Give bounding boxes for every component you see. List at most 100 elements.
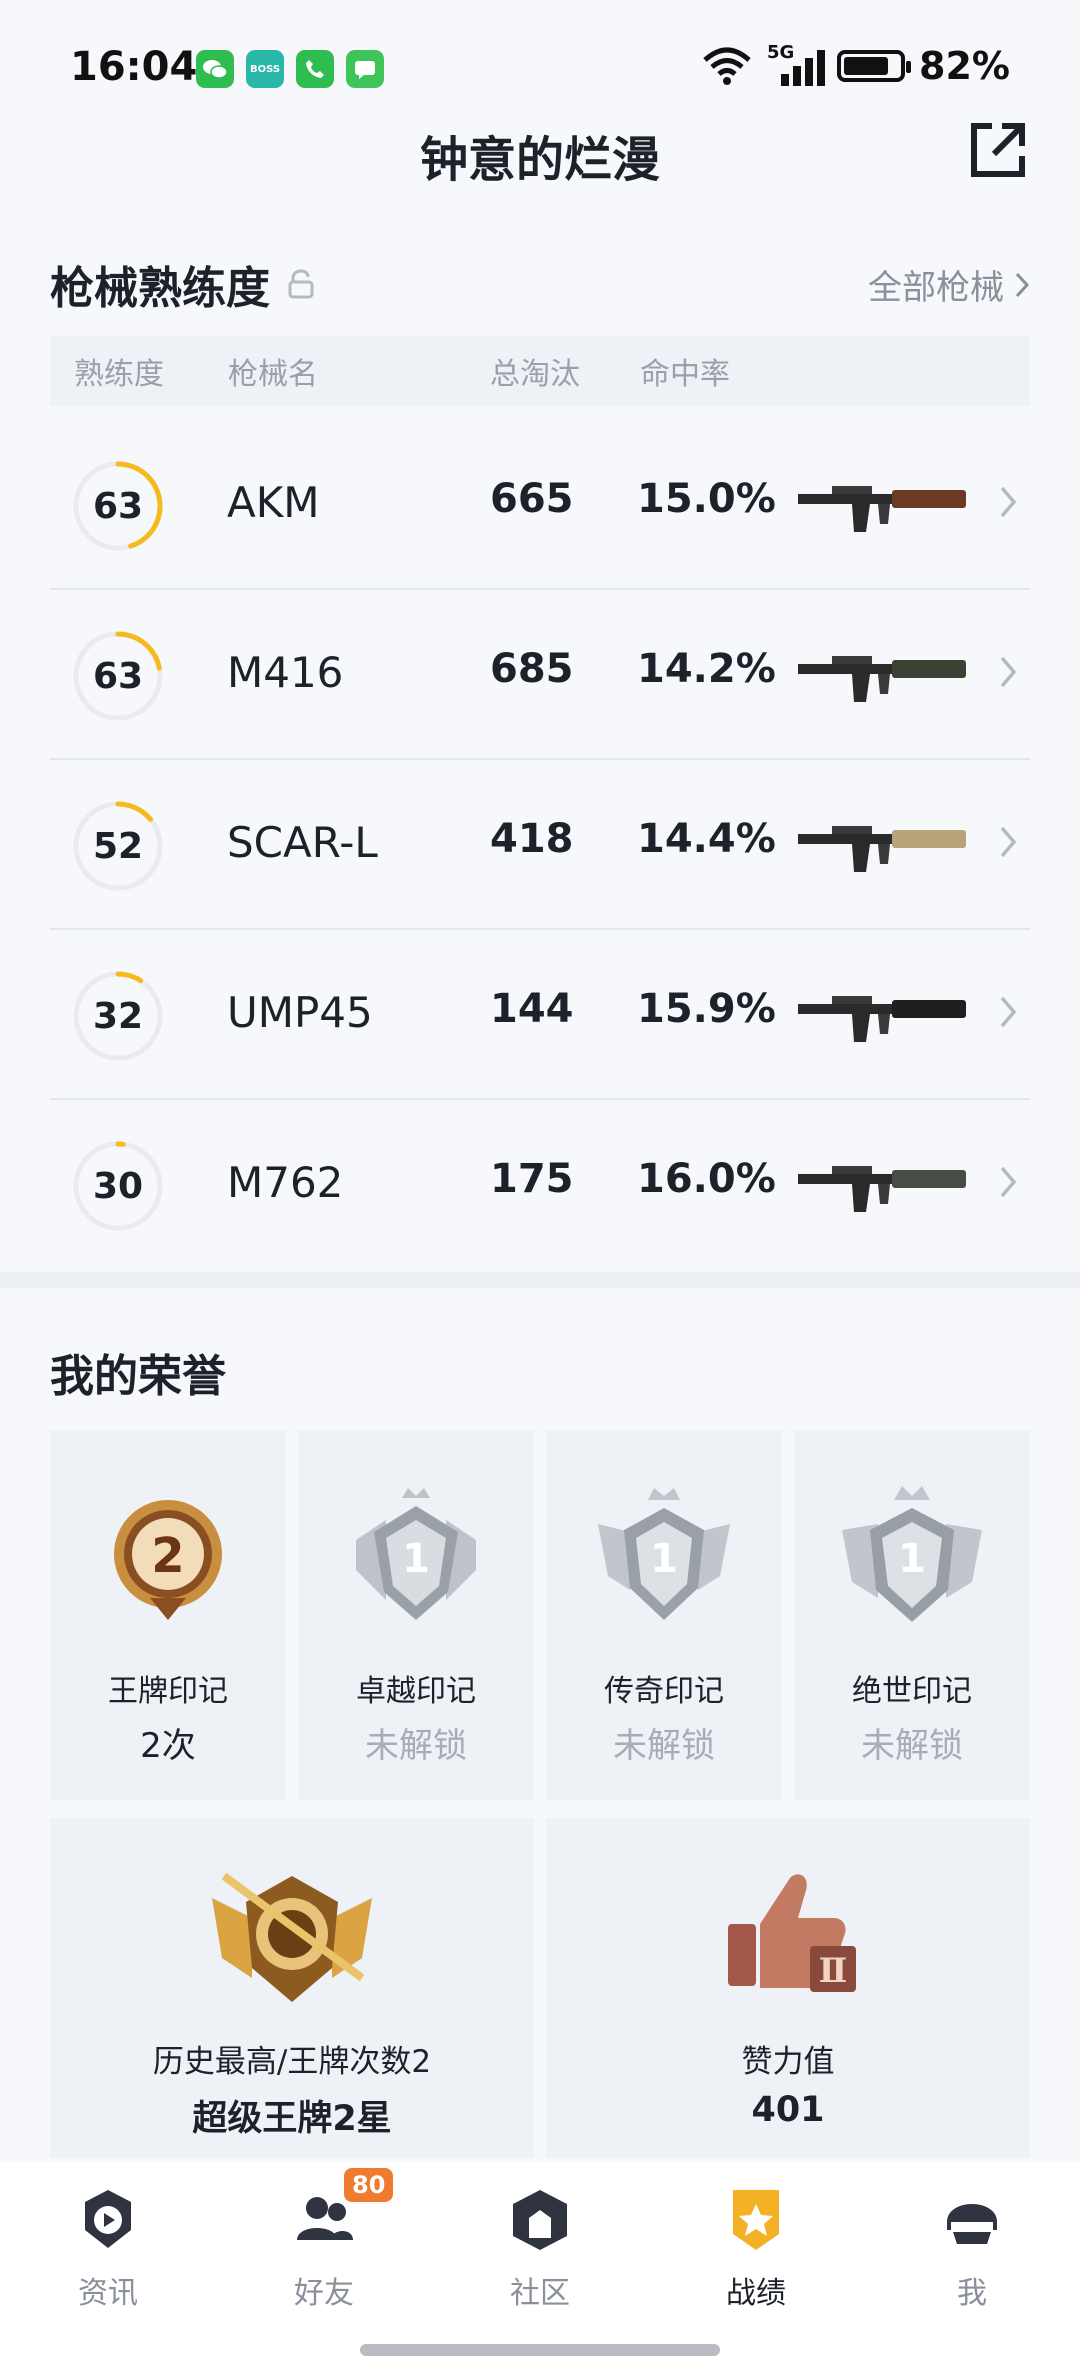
tab-news-label: 资讯	[78, 2276, 138, 2311]
title-bar: 钟意的烂漫	[0, 120, 1080, 200]
legend-medal-icon: 1	[598, 1488, 730, 1620]
ace-rank-badge-icon	[212, 1872, 372, 2002]
proficiency-level: 63	[92, 655, 144, 697]
tab-community[interactable]: 社区	[470, 2184, 610, 2324]
chevron-right-icon	[1000, 656, 1017, 688]
honor-card-legend[interactable]: 1 传奇印记 未解锁	[546, 1430, 782, 1800]
weapon-kills: 175	[490, 1156, 574, 1202]
weapon-accuracy: 15.9%	[637, 986, 776, 1032]
highest-rank-card[interactable]: 历史最高/王牌次数2 超级王牌2星	[50, 1818, 534, 2158]
honor-value-legend: 未解锁	[613, 1726, 715, 1766]
weapon-accuracy: 16.0%	[637, 1156, 776, 1202]
excellent-medal-icon: 1	[356, 1488, 476, 1620]
weapon-kills: 665	[490, 476, 574, 522]
weapon-accuracy: 14.2%	[637, 646, 776, 692]
legend-medal-number: 1	[650, 1536, 678, 1582]
status-right: 5G 82%	[701, 42, 1010, 88]
message-icon	[346, 50, 384, 88]
weapon-kills: 418	[490, 816, 574, 862]
honor-name-supreme: 绝世印记	[852, 1674, 972, 1709]
friends-badge: 80	[344, 2168, 394, 2202]
weapon-row[interactable]: 32 UMP45 144 15.9%	[50, 930, 1030, 1100]
tab-profile-label: 我	[957, 2276, 987, 2311]
ace-medal-number: 2	[151, 1528, 184, 1584]
share-icon[interactable]	[966, 118, 1030, 182]
honor-value-supreme: 未解锁	[861, 1726, 963, 1766]
honor-value-ace: 2次	[140, 1726, 196, 1766]
excellent-medal-number: 1	[402, 1536, 430, 1582]
weapon-name: M762	[227, 1158, 344, 1207]
proficiency-level: 52	[92, 825, 144, 867]
weapon-accuracy: 14.4%	[637, 816, 776, 862]
tab-record-label: 战绩	[726, 2276, 786, 2311]
all-weapons-label: 全部枪械	[868, 268, 1004, 308]
weapon-name: SCAR-L	[227, 818, 378, 867]
all-weapons-link[interactable]: 全部枪械	[868, 260, 1030, 309]
honors-title: 我的荣誉	[50, 1351, 226, 1402]
ace-medal-icon: 2	[114, 1500, 222, 1620]
weapon-image-icon	[798, 996, 966, 1042]
chevron-right-icon	[1000, 826, 1017, 858]
tab-record[interactable]: 战绩	[686, 2184, 826, 2324]
signal-icon: 5G	[767, 42, 826, 86]
proficiency-level: 63	[92, 485, 144, 527]
wechat-icon	[196, 50, 234, 88]
status-time: 16:04	[70, 44, 198, 90]
tab-profile[interactable]: 我	[902, 2184, 1042, 2324]
thumbs-up-icon: Ⅱ	[728, 1874, 856, 1992]
likes-card[interactable]: Ⅱ 赞力值 401	[546, 1818, 1030, 2158]
page-title: 钟意的烂漫	[419, 132, 660, 188]
profile-icon	[947, 2204, 997, 2244]
network-type: 5G	[767, 42, 795, 63]
col-name: 枪械名	[228, 357, 318, 392]
phone-icon	[296, 50, 334, 88]
tab-news[interactable]: 资讯	[38, 2184, 178, 2324]
chevron-right-icon	[1000, 1166, 1017, 1198]
weapon-image-icon	[798, 656, 966, 702]
weapon-name: M416	[227, 648, 344, 697]
community-icon	[513, 2190, 567, 2250]
proficiency-level: 32	[92, 995, 144, 1037]
status-bar: 16:04 BOSS 5G 82%	[0, 0, 1080, 140]
col-proficiency: 熟练度	[74, 357, 164, 392]
tab-friends[interactable]: 好友	[254, 2184, 394, 2324]
boss-icon: BOSS	[246, 50, 284, 88]
lock-icon	[288, 269, 314, 299]
honor-name-legend: 传奇印记	[604, 1674, 724, 1709]
weapon-row[interactable]: 63 AKM 665 15.0%	[50, 420, 1030, 590]
weapon-name: UMP45	[227, 988, 373, 1037]
tab-community-label: 社区	[510, 2276, 570, 2311]
chevron-right-icon	[1015, 272, 1030, 297]
likes-label: 赞力值	[741, 2044, 835, 2080]
chevron-right-icon	[1000, 996, 1017, 1028]
supreme-medal-number: 1	[898, 1536, 926, 1582]
wifi-icon	[703, 47, 751, 85]
weapon-row[interactable]: 52 SCAR-L 418 14.4%	[50, 760, 1030, 930]
weapons-section-title: 枪械熟练度	[50, 263, 270, 314]
weapon-image-icon	[798, 826, 966, 872]
notification-icons: BOSS	[196, 50, 384, 88]
honor-name-excellent: 卓越印记	[356, 1674, 476, 1709]
weapon-row[interactable]: 30 M762 175 16.0%	[50, 1100, 1030, 1270]
likes-value: 401	[751, 2090, 825, 2130]
honor-card-supreme[interactable]: 1 绝世印记 未解锁	[794, 1430, 1030, 1800]
weapon-name: AKM	[227, 478, 320, 527]
weapons-section-header: 枪械熟练度 全部枪械	[50, 252, 1030, 322]
honor-card-ace[interactable]: 2 王牌印记 2次	[50, 1430, 286, 1800]
chevron-right-icon	[1000, 486, 1017, 518]
col-accuracy: 命中率	[640, 357, 730, 392]
battery-icon	[837, 50, 912, 82]
record-icon	[733, 2190, 779, 2250]
weapon-row[interactable]: 63 M416 685 14.2%	[50, 590, 1030, 760]
honor-value-excellent: 未解锁	[365, 1726, 467, 1766]
honor-card-excellent[interactable]: 1 卓越印记 未解锁	[298, 1430, 534, 1800]
weapon-kills: 144	[490, 986, 574, 1032]
battery-percent: 82%	[919, 44, 1010, 88]
weapon-accuracy: 15.0%	[637, 476, 776, 522]
news-icon	[85, 2190, 131, 2248]
home-indicator[interactable]	[360, 2344, 720, 2356]
tab-friends-label: 好友	[294, 2276, 354, 2311]
section-divider	[0, 1272, 1080, 1288]
weapon-image-icon	[798, 486, 966, 532]
weapon-image-icon	[798, 1166, 966, 1212]
